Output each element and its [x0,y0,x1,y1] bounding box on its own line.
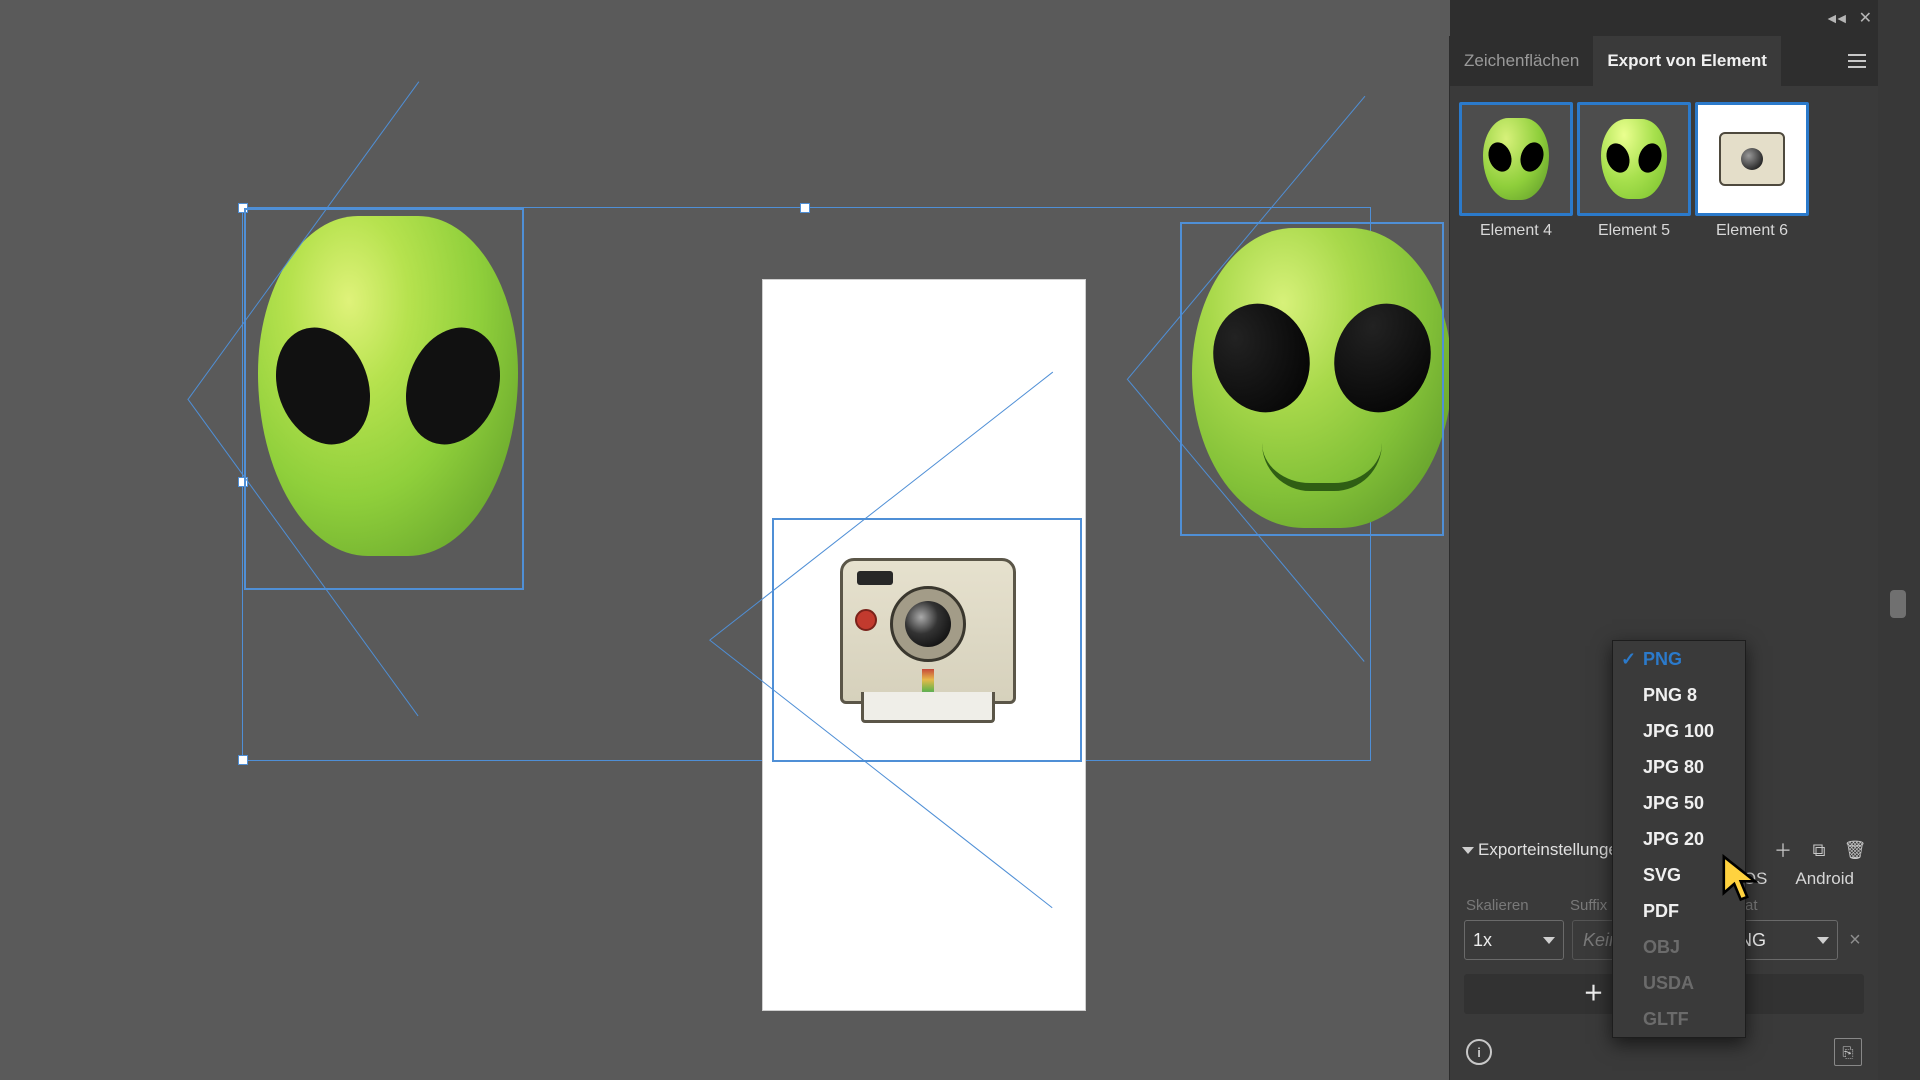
format-option-gltf: GLTF [1613,1001,1745,1037]
duplicate-preset-icon[interactable]: ⧉ [1808,839,1830,861]
panel-floating-header: ◄◄ ✕ [1450,0,1878,36]
export-settings-title: Exporteinstellungen [1478,840,1627,860]
format-option-png8[interactable]: PNG 8 [1613,677,1745,713]
plus-icon: ＋ [1583,984,1603,1004]
add-preset-icon[interactable]: ＋ [1772,839,1794,861]
selection-camera[interactable] [772,518,1082,762]
col-scale: Skalieren [1466,897,1542,914]
right-rail [1878,0,1920,1080]
alien-icon [1601,119,1667,199]
chevron-down-icon [1543,937,1555,944]
thumb-label: Element 6 [1716,222,1788,240]
format-option-pdf[interactable]: PDF [1613,893,1745,929]
thumb-label: Element 4 [1480,222,1552,240]
scale-select[interactable]: 1x [1464,920,1564,960]
format-option-label: SVG [1643,865,1681,886]
disclosure-icon[interactable] [1462,847,1474,854]
thumb-label: Element 5 [1598,222,1670,240]
format-option-label: JPG 80 [1643,757,1704,778]
asset-thumbnails: Element 4 Element 5 Element 6 [1450,86,1878,246]
format-option-jpg50[interactable]: JPG 50 [1613,785,1745,821]
close-panel-icon[interactable]: ✕ [1859,8,1872,28]
selection-alien-1[interactable] [244,208,524,590]
preset-android[interactable]: Android [1795,869,1854,889]
tab-artboards[interactable]: Zeichenflächen [1450,36,1593,86]
format-option-jpg80[interactable]: JPG 80 [1613,749,1745,785]
format-option-label: PDF [1643,901,1679,922]
collapse-panel-icon[interactable]: ◄◄ [1825,10,1845,26]
format-option-label: OBJ [1643,937,1680,958]
checkmark-icon: ✓ [1621,649,1636,670]
info-icon[interactable]: i [1466,1039,1492,1065]
format-option-svg[interactable]: SVG [1613,857,1745,893]
camera-icon [1719,132,1785,186]
format-option-label: PNG [1643,649,1682,670]
format-option-label: JPG 100 [1643,721,1714,742]
format-option-obj: OBJ [1613,929,1745,965]
format-option-usda: USDA [1613,965,1745,1001]
panel-menu-icon[interactable] [1848,54,1866,68]
export-prefix-icon[interactable]: ⎘ [1834,1038,1862,1066]
chevron-down-icon [1817,937,1829,944]
format-option-label: USDA [1643,973,1694,994]
app-root: ✓ PNG PNG 8 JPG 100 JPG 80 JPG 50 JPG 20… [0,0,1920,1080]
alien-icon [1483,118,1549,200]
format-option-label: GLTF [1643,1009,1689,1030]
thumb-element-4[interactable]: Element 4 [1462,102,1570,240]
format-option-jpg20[interactable]: JPG 20 [1613,821,1745,857]
design-canvas[interactable]: ✓ PNG PNG 8 JPG 100 JPG 80 JPG 50 JPG 20… [0,0,1449,1080]
thumb-element-5[interactable]: Element 5 [1580,102,1688,240]
format-dropdown-menu[interactable]: ✓ PNG PNG 8 JPG 100 JPG 80 JPG 50 JPG 20… [1612,640,1746,1038]
thumb-element-6[interactable]: Element 6 [1698,102,1806,240]
remove-row-icon[interactable]: × [1846,929,1864,952]
panel-tabs: Zeichenflächen Export von Element [1450,36,1878,86]
tab-export[interactable]: Export von Element [1593,36,1781,86]
scrollbar-thumb[interactable] [1890,590,1906,618]
scale-value: 1x [1473,930,1492,951]
delete-preset-icon[interactable]: 🗑 [1844,839,1866,861]
format-option-png[interactable]: ✓ PNG [1613,641,1745,677]
format-option-label: PNG 8 [1643,685,1697,706]
format-option-jpg100[interactable]: JPG 100 [1613,713,1745,749]
selection-alien-2[interactable] [1180,222,1444,536]
format-option-label: JPG 20 [1643,829,1704,850]
format-option-label: JPG 50 [1643,793,1704,814]
